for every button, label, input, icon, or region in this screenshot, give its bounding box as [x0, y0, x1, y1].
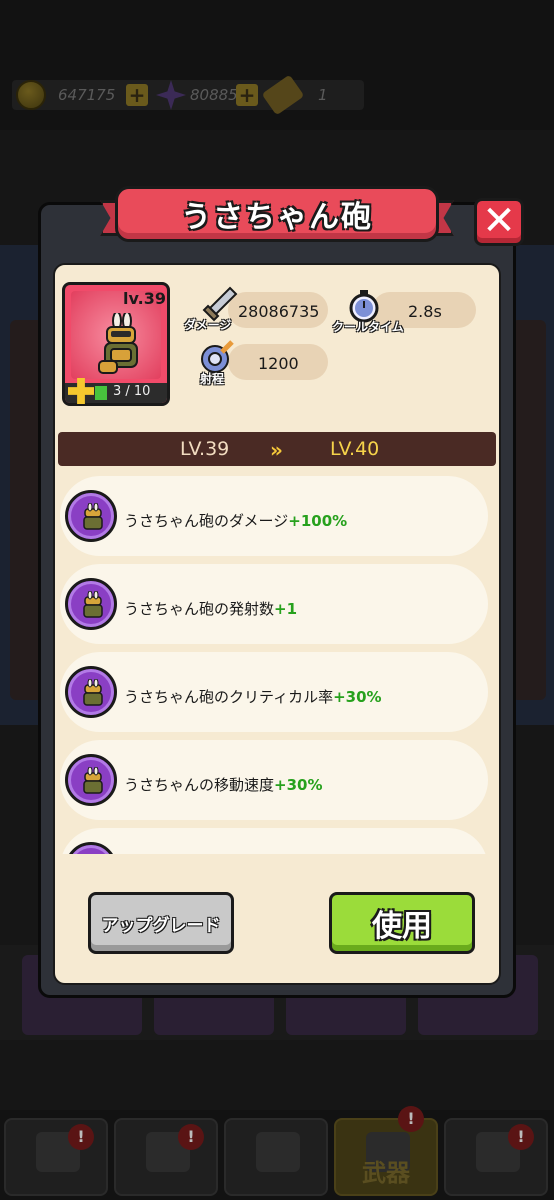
damage-value: 28086735	[238, 302, 320, 321]
gem-value: 80885	[190, 86, 238, 104]
bunny-cannon-icon	[83, 679, 103, 706]
list-item: うさちゃん砲のクリティカル率+30%	[60, 652, 488, 732]
alert-badge-icon: !	[508, 1124, 534, 1150]
list-item: うさちゃん砲のダメージ+100%	[60, 476, 488, 556]
bunny-cannon-icon	[83, 591, 103, 618]
bunny-cannon-upgrade-icon	[65, 842, 117, 854]
upgrade-text: うさちゃんの移動速度	[124, 776, 275, 794]
nav-weapon-label: 武器	[362, 1159, 410, 1187]
coin-value-wrap: 647175	[58, 80, 115, 110]
bunny-cannon-icon	[83, 503, 103, 530]
upgrade-list[interactable]: うさちゃん砲のダメージ+100% うさちゃん砲の発射数+1 うさちゃん砲のクリテ…	[60, 470, 498, 854]
double-chevron-right-icon: »	[270, 438, 283, 462]
bunny-cannon-upgrade-icon	[65, 754, 117, 806]
bunny-cannon-icon	[98, 313, 138, 374]
alert-badge-icon: !	[68, 1124, 94, 1150]
upgrade-bonus: +100%	[288, 512, 348, 530]
coin-currency	[16, 80, 46, 110]
current-level: LV.39	[180, 438, 230, 460]
bunny-cannon-upgrade-icon	[65, 666, 117, 718]
gem-currency	[156, 80, 186, 110]
bunny-cannon-upgrade-icon	[65, 578, 117, 630]
ticket-currency	[261, 74, 305, 116]
gem-add-wrap: +	[236, 80, 258, 110]
close-icon: ✕	[482, 198, 516, 244]
range-label: 射程	[200, 372, 225, 386]
upgrade-description: うさちゃん砲のダメージ+100%	[124, 510, 347, 531]
add-gems-button[interactable]: +	[236, 84, 258, 106]
upgrade-description: うさちゃん砲のクリティカル率+30%	[124, 686, 382, 707]
nav-items-button[interactable]	[224, 1118, 328, 1196]
ticket-value-wrap: 1	[318, 80, 328, 110]
use-button-label: 使用	[372, 909, 432, 944]
add-coins-button[interactable]: +	[126, 84, 148, 106]
gem-icon	[156, 80, 186, 110]
close-button[interactable]: ✕	[474, 198, 524, 246]
weapon-level: lv.39	[123, 289, 166, 308]
cooldown-value: 2.8s	[408, 302, 442, 321]
nav-character-button[interactable]: !	[114, 1118, 218, 1196]
ticket-value: 1	[318, 86, 328, 104]
use-button[interactable]: 使用	[329, 892, 475, 954]
ticket-icon	[261, 74, 305, 116]
upgrade-button-label: アップグレード	[101, 915, 221, 936]
alert-badge-icon: !	[398, 1106, 424, 1132]
fragment-count: 3 / 10	[113, 384, 151, 399]
fragment-progress-fill	[95, 386, 107, 400]
bunny-cannon-icon	[83, 767, 103, 794]
upgrade-description: うさちゃん砲の発射数+1	[124, 598, 297, 619]
syringe-icon	[256, 1132, 300, 1172]
list-item: うさちゃん砲の発射数+1	[60, 564, 488, 644]
upgrade-text: うさちゃん砲のダメージ	[124, 512, 289, 530]
range-value: 1200	[258, 354, 299, 373]
gem-value-wrap: 80885	[190, 80, 238, 110]
modal-title-ribbon: うさちゃん砲	[115, 186, 439, 242]
modal-title: うさちゃん砲	[181, 200, 373, 235]
alert-badge-icon: !	[178, 1124, 204, 1150]
nav-shop-button[interactable]: !	[4, 1118, 108, 1196]
list-item	[60, 828, 488, 854]
coin-add-wrap: +	[126, 80, 148, 110]
upgrade-description: うさちゃんの移動速度+30%	[124, 774, 323, 795]
nav-rank-button[interactable]: !	[444, 1118, 548, 1196]
bunny-cannon-upgrade-icon	[65, 490, 117, 542]
next-level: LV.40	[330, 438, 380, 460]
upgrade-text: うさちゃん砲のクリティカル率	[124, 688, 334, 706]
damage-label: ダメージ	[184, 318, 232, 332]
cooldown-label: クールタイム	[332, 320, 404, 334]
nav-weapon-button[interactable]: ! 武器	[334, 1106, 438, 1196]
upgrade-button[interactable]: アップグレード	[88, 892, 234, 954]
coin-value: 647175	[58, 86, 116, 104]
background-card-right	[512, 320, 546, 700]
upgrade-bonus: +30%	[333, 688, 382, 706]
upgrade-bonus: +1	[274, 600, 298, 618]
coin-icon	[16, 80, 46, 110]
upgrade-bonus: +30%	[274, 776, 323, 794]
upgrade-text: うさちゃん砲の発射数	[124, 600, 275, 618]
list-item: うさちゃんの移動速度+30%	[60, 740, 488, 820]
